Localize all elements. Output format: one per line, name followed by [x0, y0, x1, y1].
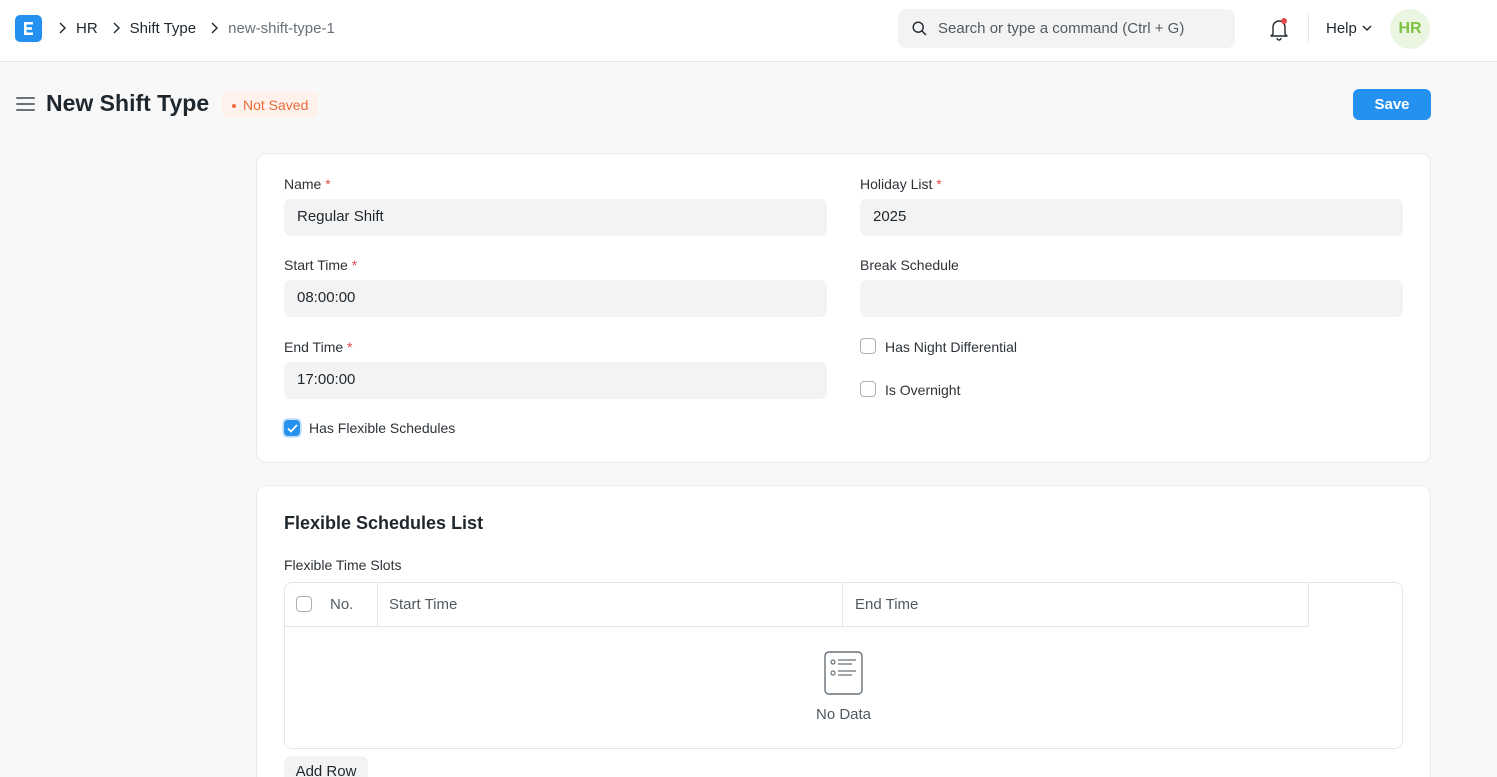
nav-divider — [1308, 13, 1309, 43]
break-schedule-field[interactable] — [860, 280, 1403, 317]
has-night-differential-checkbox[interactable] — [860, 338, 876, 354]
search-input[interactable]: Search or type a command (Ctrl + G) — [938, 20, 1184, 37]
flexible-time-slots-label: Flexible Time Slots — [284, 557, 402, 573]
page-title: New Shift Type — [46, 90, 210, 116]
section-title: Flexible Schedules List — [284, 513, 484, 533]
save-button[interactable]: Save — [1353, 89, 1431, 120]
column-divider — [842, 583, 843, 627]
column-no: No. — [330, 596, 354, 613]
add-row-button[interactable]: Add Row — [284, 756, 368, 777]
end-time-label: End Time * — [284, 339, 353, 355]
select-all-checkbox[interactable] — [296, 596, 312, 612]
break-schedule-label: Break Schedule — [860, 257, 959, 273]
notification-dot — [1281, 18, 1287, 24]
shift-type-form: Name * Regular Shift Holiday List * 2025… — [256, 153, 1431, 463]
breadcrumb-hr[interactable]: HR — [76, 20, 98, 37]
column-divider — [377, 583, 378, 627]
name-label: Name * — [284, 176, 331, 192]
holiday-list-field[interactable]: 2025 — [860, 199, 1403, 236]
is-overnight-label: Is Overnight — [885, 382, 961, 398]
chevron-right-icon — [113, 22, 120, 34]
end-time-field[interactable]: 17:00:00 — [284, 362, 827, 399]
logo-e-icon — [24, 22, 33, 35]
table-header: No. Start Time End Time — [285, 583, 1309, 627]
status-badge: Not Saved — [222, 92, 319, 118]
chevron-right-icon — [59, 22, 66, 34]
checkmark-icon — [287, 424, 298, 433]
no-data-icon — [824, 651, 863, 695]
help-label: Help — [1326, 20, 1357, 37]
search-icon — [912, 21, 927, 36]
avatar[interactable]: HR — [1390, 9, 1430, 49]
has-flexible-schedules-checkbox[interactable] — [284, 420, 300, 436]
breadcrumb-shift-type[interactable]: Shift Type — [130, 20, 196, 37]
start-time-field[interactable]: 08:00:00 — [284, 280, 827, 317]
search-bar[interactable]: Search or type a command (Ctrl + G) — [898, 9, 1235, 48]
chevron-right-icon — [211, 22, 219, 34]
sidebar-toggle-icon[interactable] — [16, 97, 35, 112]
breadcrumb-current[interactable]: new-shift-type-1 — [228, 20, 335, 37]
flexible-schedules-section: Flexible Schedules List Flexible Time Sl… — [256, 485, 1431, 777]
has-flexible-schedules-label: Has Flexible Schedules — [309, 420, 456, 436]
breadcrumb: HR Shift Type new-shift-type-1 — [58, 18, 349, 38]
flexible-time-slots-table: No. Start Time End Time No Data — [284, 582, 1403, 749]
column-start-time[interactable]: Start Time — [389, 596, 457, 613]
column-end-time[interactable]: End Time — [855, 596, 918, 613]
column-divider — [1308, 583, 1309, 627]
start-time-label: Start Time * — [284, 257, 358, 273]
chevron-down-icon — [1362, 25, 1372, 31]
navbar: HR Shift Type new-shift-type-1 Search or… — [0, 0, 1497, 62]
help-dropdown[interactable]: Help — [1326, 20, 1372, 37]
app-logo[interactable] — [15, 15, 42, 42]
holiday-list-label: Holiday List * — [860, 176, 942, 192]
is-overnight-checkbox[interactable] — [860, 381, 876, 397]
no-data-text: No Data — [815, 706, 872, 723]
name-field[interactable]: Regular Shift — [284, 199, 827, 236]
has-night-differential-label: Has Night Differential — [885, 339, 1018, 355]
